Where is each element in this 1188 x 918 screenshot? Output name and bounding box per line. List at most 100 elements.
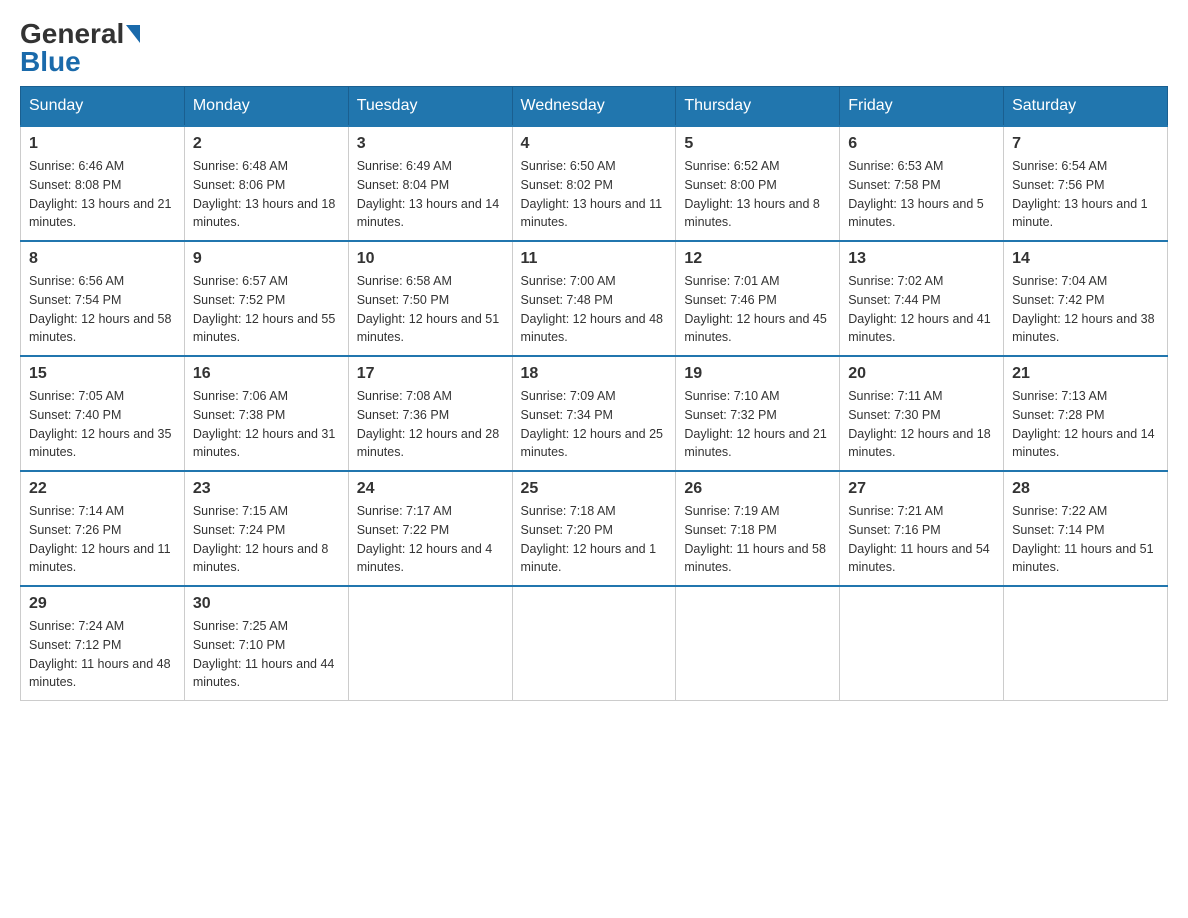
logo-general: General (20, 20, 124, 48)
calendar-cell: 29 Sunrise: 7:24 AMSunset: 7:12 PMDaylig… (21, 586, 185, 701)
calendar-cell: 11 Sunrise: 7:00 AMSunset: 7:48 PMDaylig… (512, 241, 676, 356)
calendar-cell: 4 Sunrise: 6:50 AMSunset: 8:02 PMDayligh… (512, 126, 676, 241)
weekday-header-sunday: Sunday (21, 87, 185, 127)
day-info: Sunrise: 6:50 AMSunset: 8:02 PMDaylight:… (521, 159, 663, 229)
day-number: 7 (1012, 135, 1159, 153)
calendar-cell: 25 Sunrise: 7:18 AMSunset: 7:20 PMDaylig… (512, 471, 676, 586)
day-number: 5 (684, 135, 831, 153)
day-number: 28 (1012, 480, 1159, 498)
calendar-table: SundayMondayTuesdayWednesdayThursdayFrid… (20, 86, 1168, 701)
calendar-cell: 7 Sunrise: 6:54 AMSunset: 7:56 PMDayligh… (1004, 126, 1168, 241)
day-info: Sunrise: 7:24 AMSunset: 7:12 PMDaylight:… (29, 619, 171, 689)
day-number: 23 (193, 480, 340, 498)
calendar-cell: 3 Sunrise: 6:49 AMSunset: 8:04 PMDayligh… (348, 126, 512, 241)
day-number: 6 (848, 135, 995, 153)
calendar-cell: 5 Sunrise: 6:52 AMSunset: 8:00 PMDayligh… (676, 126, 840, 241)
weekday-header-thursday: Thursday (676, 87, 840, 127)
day-info: Sunrise: 6:56 AMSunset: 7:54 PMDaylight:… (29, 274, 171, 344)
day-info: Sunrise: 7:06 AMSunset: 7:38 PMDaylight:… (193, 389, 335, 459)
day-info: Sunrise: 7:22 AMSunset: 7:14 PMDaylight:… (1012, 504, 1154, 574)
calendar-cell: 23 Sunrise: 7:15 AMSunset: 7:24 PMDaylig… (184, 471, 348, 586)
weekday-header-wednesday: Wednesday (512, 87, 676, 127)
calendar-cell: 18 Sunrise: 7:09 AMSunset: 7:34 PMDaylig… (512, 356, 676, 471)
day-info: Sunrise: 7:01 AMSunset: 7:46 PMDaylight:… (684, 274, 826, 344)
day-info: Sunrise: 6:54 AMSunset: 7:56 PMDaylight:… (1012, 159, 1148, 229)
day-info: Sunrise: 6:57 AMSunset: 7:52 PMDaylight:… (193, 274, 335, 344)
weekday-header-tuesday: Tuesday (348, 87, 512, 127)
day-number: 27 (848, 480, 995, 498)
day-info: Sunrise: 7:13 AMSunset: 7:28 PMDaylight:… (1012, 389, 1154, 459)
day-info: Sunrise: 6:53 AMSunset: 7:58 PMDaylight:… (848, 159, 984, 229)
logo-blue: Blue (20, 46, 81, 77)
calendar-week-row: 29 Sunrise: 7:24 AMSunset: 7:12 PMDaylig… (21, 586, 1168, 701)
calendar-cell: 9 Sunrise: 6:57 AMSunset: 7:52 PMDayligh… (184, 241, 348, 356)
calendar-cell (512, 586, 676, 701)
calendar-cell: 27 Sunrise: 7:21 AMSunset: 7:16 PMDaylig… (840, 471, 1004, 586)
calendar-cell: 13 Sunrise: 7:02 AMSunset: 7:44 PMDaylig… (840, 241, 1004, 356)
calendar-cell: 19 Sunrise: 7:10 AMSunset: 7:32 PMDaylig… (676, 356, 840, 471)
weekday-header-saturday: Saturday (1004, 87, 1168, 127)
calendar-cell: 22 Sunrise: 7:14 AMSunset: 7:26 PMDaylig… (21, 471, 185, 586)
logo-arrow-icon (126, 25, 140, 43)
calendar-cell (676, 586, 840, 701)
day-number: 29 (29, 595, 176, 613)
day-number: 1 (29, 135, 176, 153)
calendar-cell: 12 Sunrise: 7:01 AMSunset: 7:46 PMDaylig… (676, 241, 840, 356)
day-info: Sunrise: 7:19 AMSunset: 7:18 PMDaylight:… (684, 504, 826, 574)
calendar-cell: 16 Sunrise: 7:06 AMSunset: 7:38 PMDaylig… (184, 356, 348, 471)
calendar-cell: 20 Sunrise: 7:11 AMSunset: 7:30 PMDaylig… (840, 356, 1004, 471)
calendar-cell: 21 Sunrise: 7:13 AMSunset: 7:28 PMDaylig… (1004, 356, 1168, 471)
day-number: 20 (848, 365, 995, 383)
day-number: 18 (521, 365, 668, 383)
calendar-cell (840, 586, 1004, 701)
calendar-cell: 24 Sunrise: 7:17 AMSunset: 7:22 PMDaylig… (348, 471, 512, 586)
calendar-cell: 1 Sunrise: 6:46 AMSunset: 8:08 PMDayligh… (21, 126, 185, 241)
day-info: Sunrise: 6:52 AMSunset: 8:00 PMDaylight:… (684, 159, 820, 229)
day-number: 25 (521, 480, 668, 498)
calendar-cell: 26 Sunrise: 7:19 AMSunset: 7:18 PMDaylig… (676, 471, 840, 586)
day-number: 16 (193, 365, 340, 383)
page-header: General Blue (20, 20, 1168, 76)
day-number: 30 (193, 595, 340, 613)
day-info: Sunrise: 7:08 AMSunset: 7:36 PMDaylight:… (357, 389, 499, 459)
calendar-cell: 17 Sunrise: 7:08 AMSunset: 7:36 PMDaylig… (348, 356, 512, 471)
calendar-cell: 15 Sunrise: 7:05 AMSunset: 7:40 PMDaylig… (21, 356, 185, 471)
calendar-cell (1004, 586, 1168, 701)
day-info: Sunrise: 7:02 AMSunset: 7:44 PMDaylight:… (848, 274, 990, 344)
day-number: 17 (357, 365, 504, 383)
day-number: 15 (29, 365, 176, 383)
day-info: Sunrise: 7:14 AMSunset: 7:26 PMDaylight:… (29, 504, 171, 574)
day-info: Sunrise: 7:18 AMSunset: 7:20 PMDaylight:… (521, 504, 657, 574)
day-number: 14 (1012, 250, 1159, 268)
day-info: Sunrise: 6:48 AMSunset: 8:06 PMDaylight:… (193, 159, 335, 229)
calendar-cell: 2 Sunrise: 6:48 AMSunset: 8:06 PMDayligh… (184, 126, 348, 241)
day-number: 4 (521, 135, 668, 153)
calendar-cell: 10 Sunrise: 6:58 AMSunset: 7:50 PMDaylig… (348, 241, 512, 356)
day-number: 12 (684, 250, 831, 268)
weekday-header-friday: Friday (840, 87, 1004, 127)
calendar-week-row: 8 Sunrise: 6:56 AMSunset: 7:54 PMDayligh… (21, 241, 1168, 356)
day-number: 2 (193, 135, 340, 153)
day-number: 24 (357, 480, 504, 498)
day-number: 21 (1012, 365, 1159, 383)
day-number: 9 (193, 250, 340, 268)
day-number: 8 (29, 250, 176, 268)
day-info: Sunrise: 7:09 AMSunset: 7:34 PMDaylight:… (521, 389, 663, 459)
calendar-week-row: 22 Sunrise: 7:14 AMSunset: 7:26 PMDaylig… (21, 471, 1168, 586)
day-number: 13 (848, 250, 995, 268)
calendar-cell: 8 Sunrise: 6:56 AMSunset: 7:54 PMDayligh… (21, 241, 185, 356)
day-info: Sunrise: 7:11 AMSunset: 7:30 PMDaylight:… (848, 389, 990, 459)
day-info: Sunrise: 7:05 AMSunset: 7:40 PMDaylight:… (29, 389, 171, 459)
day-number: 22 (29, 480, 176, 498)
calendar-cell: 28 Sunrise: 7:22 AMSunset: 7:14 PMDaylig… (1004, 471, 1168, 586)
day-info: Sunrise: 7:17 AMSunset: 7:22 PMDaylight:… (357, 504, 493, 574)
day-info: Sunrise: 6:49 AMSunset: 8:04 PMDaylight:… (357, 159, 499, 229)
day-info: Sunrise: 7:00 AMSunset: 7:48 PMDaylight:… (521, 274, 663, 344)
day-info: Sunrise: 7:21 AMSunset: 7:16 PMDaylight:… (848, 504, 990, 574)
weekday-header-row: SundayMondayTuesdayWednesdayThursdayFrid… (21, 87, 1168, 127)
day-number: 26 (684, 480, 831, 498)
day-number: 10 (357, 250, 504, 268)
calendar-week-row: 15 Sunrise: 7:05 AMSunset: 7:40 PMDaylig… (21, 356, 1168, 471)
calendar-week-row: 1 Sunrise: 6:46 AMSunset: 8:08 PMDayligh… (21, 126, 1168, 241)
day-number: 19 (684, 365, 831, 383)
